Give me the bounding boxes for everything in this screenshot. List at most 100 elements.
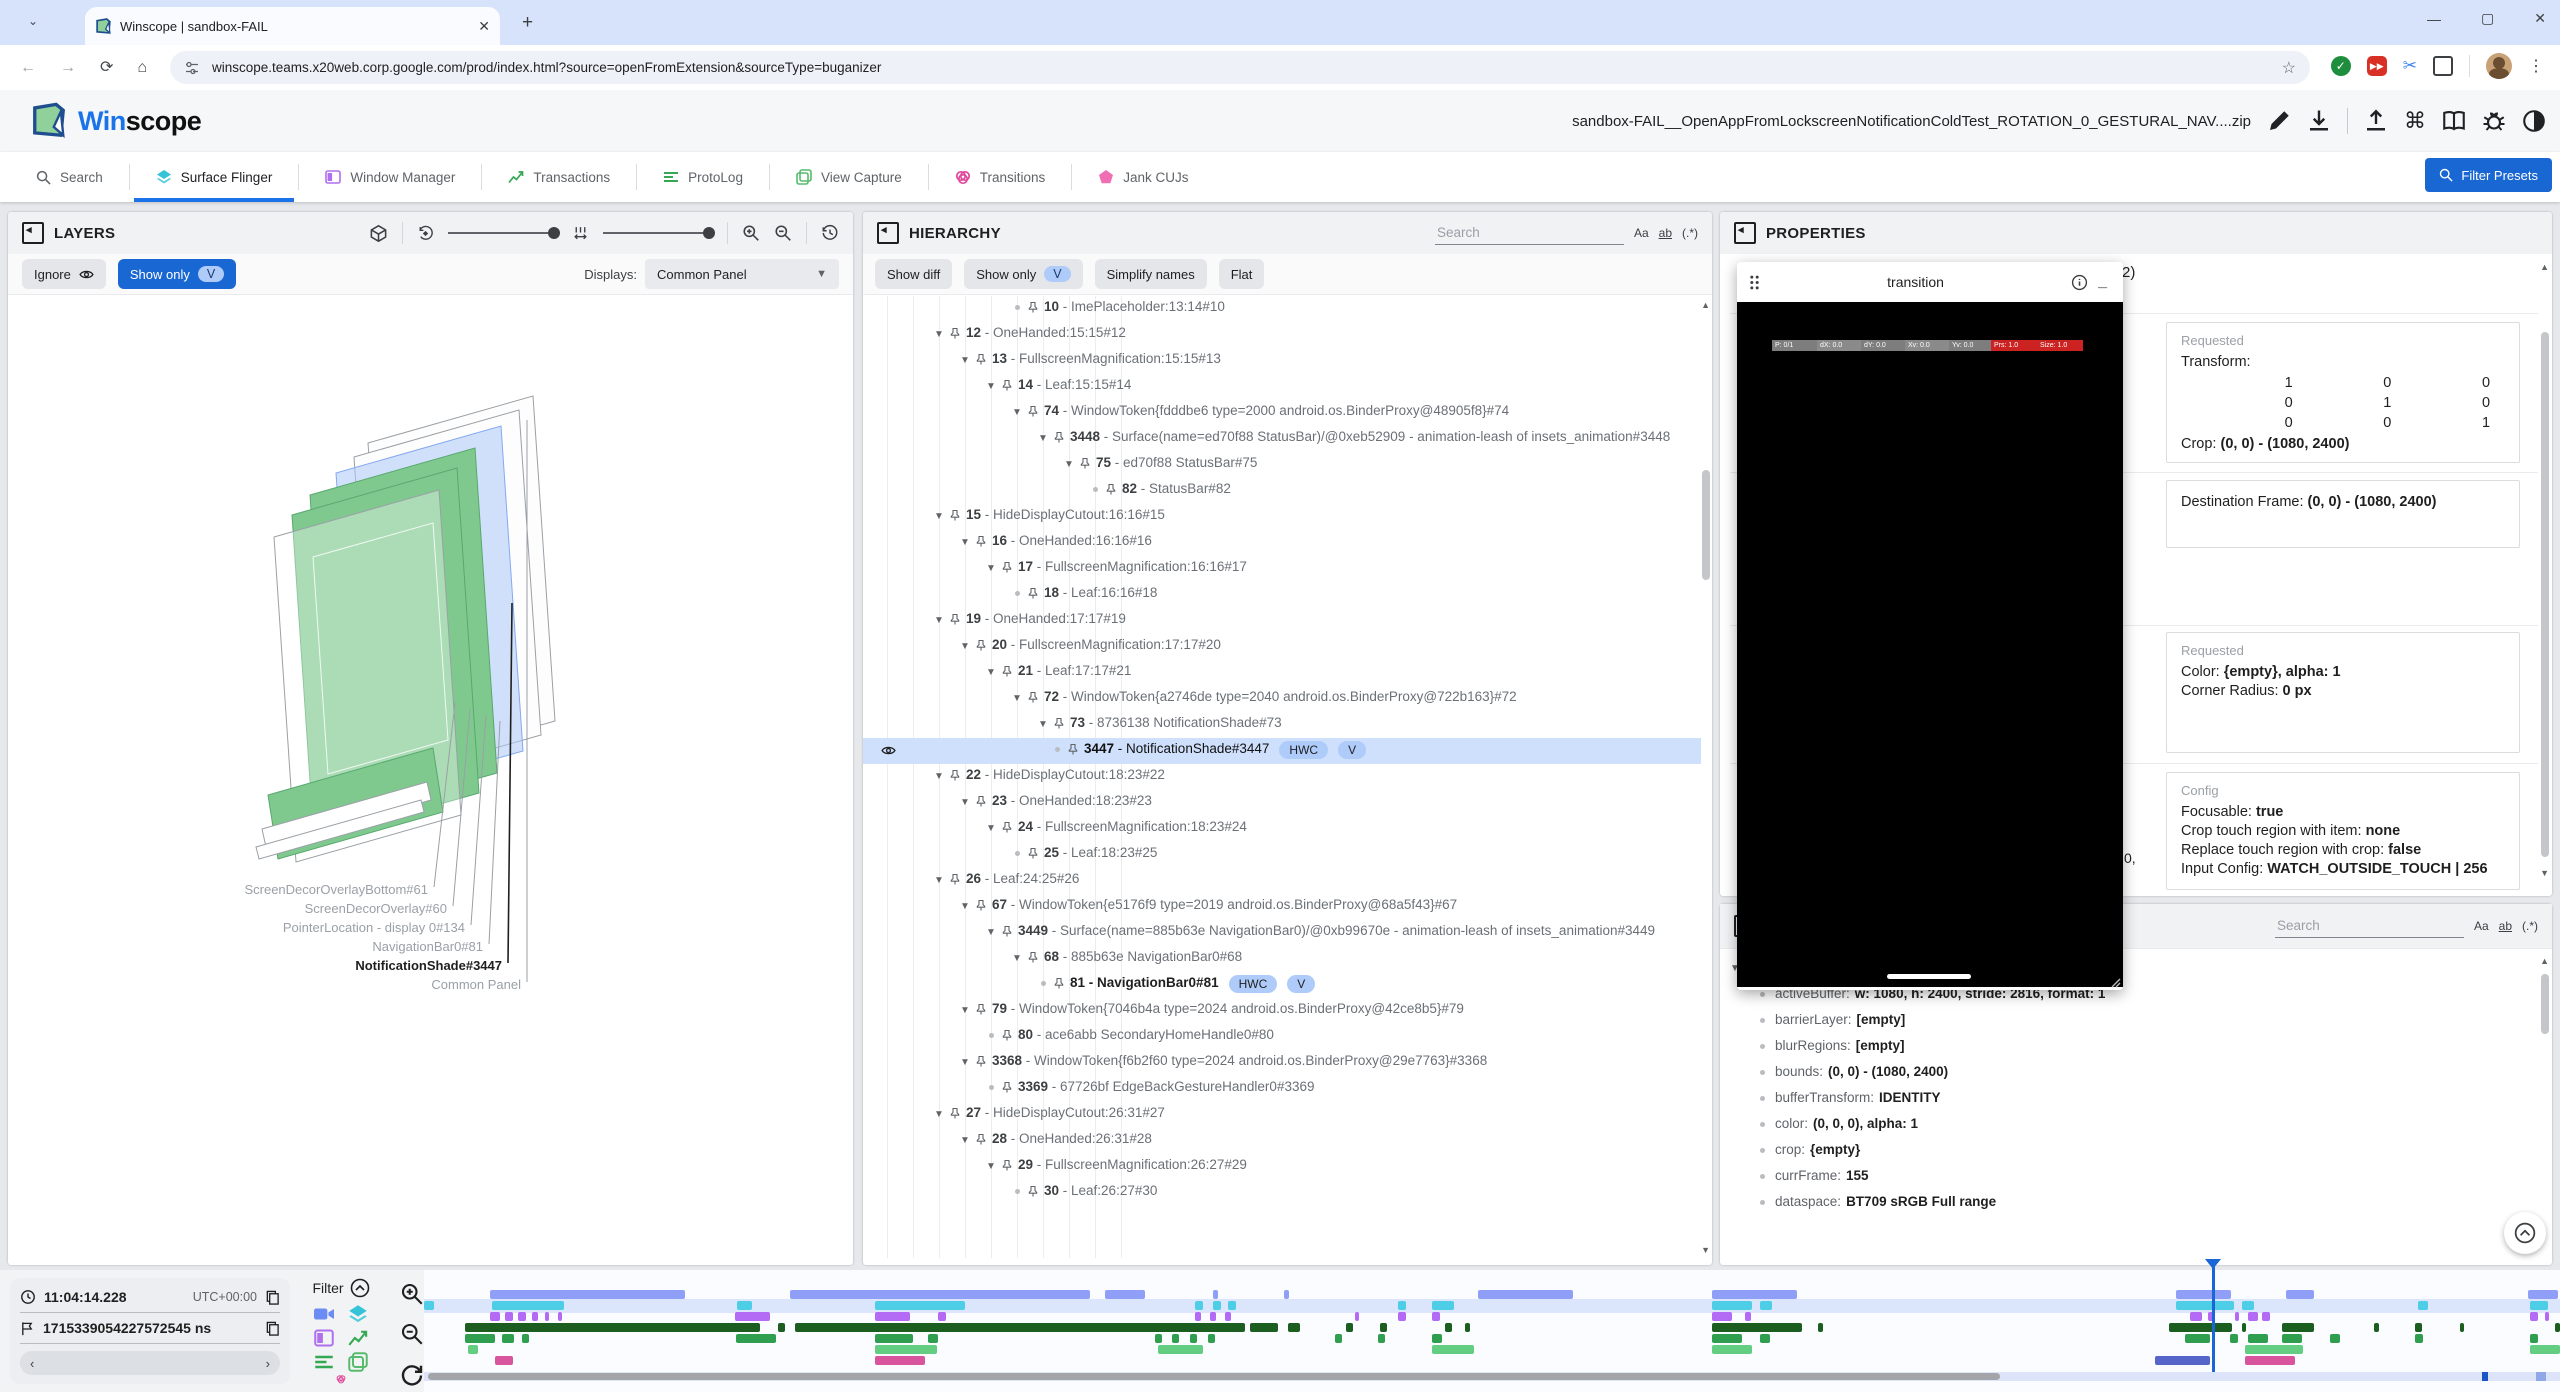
pin-icon[interactable] xyxy=(949,873,961,886)
trace-row-3-bar[interactable] xyxy=(2545,1312,2549,1321)
scroll-up-icon[interactable]: ▲ xyxy=(2540,956,2549,966)
layer-label[interactable]: NavigationBar0#81 xyxy=(372,939,483,954)
tree-row[interactable]: ▼75 - ed70f88 StatusBar#75 xyxy=(863,452,1701,478)
avatar[interactable] xyxy=(2486,53,2512,79)
regex-toggle[interactable]: (.*) xyxy=(2522,919,2538,933)
tree-row[interactable]: 82 - StatusBar#82 xyxy=(863,478,1701,504)
collapse-filter-icon[interactable] xyxy=(350,1278,370,1298)
trace-row-4-bar[interactable] xyxy=(1712,1323,1802,1332)
trace-row-4-bar[interactable] xyxy=(2460,1323,2464,1332)
trace-row-3-bar[interactable] xyxy=(938,1312,946,1321)
property-item[interactable]: barrierLayer:[empty] xyxy=(1756,1012,2542,1027)
timeline-cursor[interactable] xyxy=(2212,1260,2215,1372)
shortcuts-icon[interactable]: ⌘ xyxy=(2404,108,2426,134)
pin-icon[interactable] xyxy=(1105,483,1117,496)
extension-scissors-icon[interactable]: ✂ xyxy=(2403,56,2417,76)
trace-row-2-bar[interactable] xyxy=(1712,1301,1752,1310)
trace-row-7-bar[interactable] xyxy=(2245,1356,2295,1365)
pin-icon[interactable] xyxy=(1067,743,1079,756)
browser-tab[interactable]: Winscope | sandbox-FAIL ✕ xyxy=(85,7,500,45)
pin-icon[interactable] xyxy=(1027,587,1039,600)
trace-row-7-bar[interactable] xyxy=(875,1356,925,1365)
pin-icon[interactable] xyxy=(1053,977,1065,990)
trace-row-3-bar[interactable] xyxy=(545,1312,549,1321)
tree-row[interactable]: ▼22 - HideDisplayCutout:18:23#22 xyxy=(863,764,1701,790)
property-item[interactable]: color:(0, 0, 0), alpha: 1 xyxy=(1756,1116,2542,1131)
human-timestamp[interactable]: 11:04:14.228 xyxy=(44,1289,127,1305)
pin-icon[interactable] xyxy=(975,1003,987,1016)
trace-row-5-bar[interactable] xyxy=(1432,1334,1442,1343)
expand-icon[interactable]: ▼ xyxy=(957,1053,973,1068)
trace-row-5-bar[interactable] xyxy=(2230,1334,2238,1343)
trace-row-3-bar[interactable] xyxy=(1398,1312,1406,1321)
chrome-menu-icon[interactable]: ⋮ xyxy=(2528,56,2544,76)
trace-row-2-bar[interactable] xyxy=(424,1301,434,1310)
trace-row-6-bar[interactable] xyxy=(875,1345,937,1354)
expand-icon[interactable]: ▼ xyxy=(931,767,947,782)
trace-row-5-bar[interactable] xyxy=(1208,1334,1215,1343)
trace-row-5-bar[interactable] xyxy=(502,1334,514,1343)
tree-row[interactable]: ▼3368 - WindowToken{f6b2f60 type=2024 an… xyxy=(863,1050,1701,1076)
expand-icon[interactable]: ▼ xyxy=(983,819,999,834)
url-input[interactable] xyxy=(210,59,2282,76)
expand-icon[interactable]: ▼ xyxy=(957,897,973,912)
tree-row[interactable]: ▼79 - WindowToken{7046b4a type=2024 andr… xyxy=(863,998,1701,1024)
tree-row[interactable]: ▼28 - OneHanded:26:31#28 xyxy=(863,1128,1701,1154)
trace-row-4-bar[interactable] xyxy=(1380,1323,1387,1332)
trace-row-2-bar[interactable] xyxy=(492,1301,564,1310)
trace-row-4-bar[interactable] xyxy=(1818,1323,1823,1332)
rotation-icon[interactable] xyxy=(417,225,434,242)
trace-row-4-bar[interactable] xyxy=(1465,1323,1470,1332)
site-settings-icon[interactable] xyxy=(184,60,200,76)
pin-icon[interactable] xyxy=(1079,457,1091,470)
property-item[interactable]: dataspace:BT709 sRGB Full range xyxy=(1756,1194,2542,1209)
tree-row[interactable]: ▼3449 - Surface(name=885b63e NavigationB… xyxy=(863,920,1701,946)
pin-icon[interactable] xyxy=(1001,1029,1013,1042)
pin-icon[interactable] xyxy=(1001,665,1013,678)
minimize-icon[interactable]: _ xyxy=(2098,273,2107,291)
expand-icon[interactable]: ▼ xyxy=(957,351,973,366)
expand-icon[interactable]: ▼ xyxy=(1009,403,1025,418)
trace-row-3-bar[interactable] xyxy=(490,1312,500,1321)
trace-row-3-bar[interactable] xyxy=(1745,1312,1751,1321)
trace-row-5-bar[interactable] xyxy=(1760,1334,1770,1343)
tab-close-icon[interactable]: ✕ xyxy=(478,19,490,33)
tree-row[interactable]: ▼24 - FullscreenMagnification:18:23#24 xyxy=(863,816,1701,842)
pin-icon[interactable] xyxy=(1027,301,1039,314)
expand-icon[interactable]: ▼ xyxy=(931,325,947,340)
trace-row-6-bar[interactable] xyxy=(468,1345,478,1354)
documentation-icon[interactable] xyxy=(2442,109,2466,133)
trace-row-2-bar[interactable] xyxy=(2530,1301,2548,1310)
pin-icon[interactable] xyxy=(975,795,987,808)
proto-search-input[interactable] xyxy=(2275,914,2464,938)
trace-row-2-bar[interactable] xyxy=(737,1301,752,1310)
trace-row-3-bar[interactable] xyxy=(1225,1312,1231,1321)
pin-icon[interactable] xyxy=(1053,431,1065,444)
window-minimize-button[interactable]: — xyxy=(2427,11,2441,27)
expand-icon[interactable]: ▼ xyxy=(957,637,973,652)
pin-icon[interactable] xyxy=(1027,405,1039,418)
scroll-down-icon[interactable]: ▼ xyxy=(1701,1245,1710,1255)
extensions-puzzle-icon[interactable] xyxy=(2433,56,2453,76)
trace-row-3-bar[interactable] xyxy=(2530,1312,2538,1321)
tree-row[interactable]: ▼23 - OneHanded:18:23#23 xyxy=(863,790,1701,816)
trace-row-5-bar[interactable] xyxy=(1190,1334,1197,1343)
tree-row[interactable]: ▼73 - 8736138 NotificationShade#73 xyxy=(863,712,1701,738)
back-icon[interactable]: ← xyxy=(20,60,36,76)
expand-icon[interactable]: ▼ xyxy=(931,507,947,522)
pin-icon[interactable] xyxy=(975,353,987,366)
property-item[interactable]: crop:{empty} xyxy=(1756,1142,2542,1157)
new-tab-button[interactable]: + xyxy=(522,12,533,34)
expand-icon[interactable]: ▼ xyxy=(957,1131,973,1146)
timeline-pager[interactable]: ‹› xyxy=(20,1351,280,1375)
tree-row[interactable]: 81 - NavigationBar0#81HWCV xyxy=(863,972,1701,998)
trace-row-4-bar[interactable] xyxy=(2169,1323,2232,1332)
trace-row-5-bar[interactable] xyxy=(522,1334,529,1343)
tree-row[interactable]: ▼14 - Leaf:15:15#14 xyxy=(863,374,1701,400)
trace-row-4-bar[interactable] xyxy=(2282,1323,2314,1332)
expand-icon[interactable]: ▼ xyxy=(1009,689,1025,704)
trace-row-4-bar[interactable] xyxy=(1346,1323,1353,1332)
property-item[interactable]: bufferTransform:IDENTITY xyxy=(1756,1090,2542,1105)
trace-row-5-bar[interactable] xyxy=(875,1334,913,1343)
tree-row[interactable]: 18 - Leaf:16:16#18 xyxy=(863,582,1701,608)
